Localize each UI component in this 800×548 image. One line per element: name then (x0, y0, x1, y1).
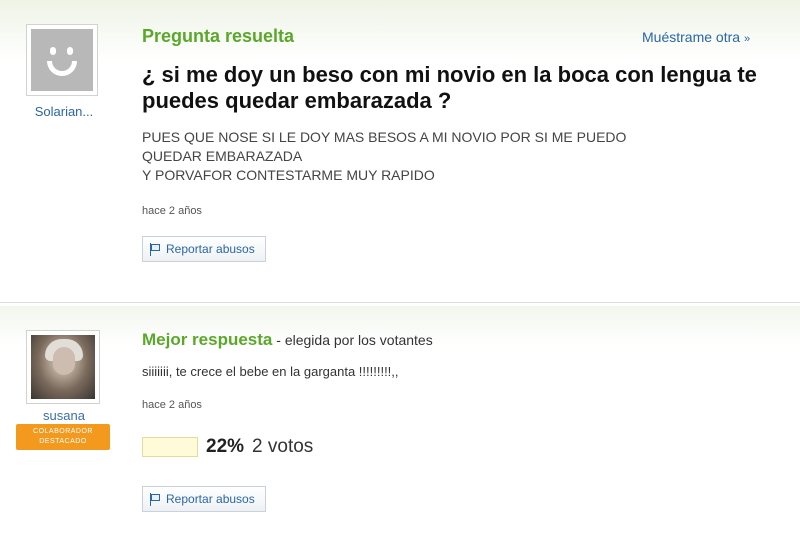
chosen-by-label: - elegida por los votantes (272, 332, 433, 348)
question-body-line: Y PORVAFOR CONTESTARME MUY RAPIDO (142, 167, 435, 183)
report-abuse-label: Reportar abusos (166, 242, 255, 256)
question-status: Pregunta resuelta (142, 26, 295, 46)
question-timestamp: hace 2 años (142, 205, 202, 217)
question-title: ¿ si me doy un beso con mi novio en la b… (142, 62, 757, 113)
report-abuse-button[interactable]: Reportar abusos (142, 236, 266, 262)
answer-section: susana COLABORADOR DESTACADO Mejor respu… (0, 306, 800, 548)
section-divider (0, 302, 800, 303)
top-contributor-badge: COLABORADOR DESTACADO (16, 424, 110, 450)
flag-icon (149, 242, 161, 256)
answerer-avatar[interactable] (26, 330, 100, 404)
answerer-username[interactable]: susana (24, 408, 104, 423)
question-body-line: PUES QUE NOSE SI LE DOY MAS BESOS A MI N… (142, 129, 627, 145)
vote-summary: 22% 2 votos (142, 436, 313, 458)
user-photo (31, 335, 95, 399)
show-another-link[interactable]: Muéstrame otra » (642, 29, 750, 45)
show-another-label[interactable]: Muéstrame otra (642, 29, 740, 45)
default-avatar-icon (31, 29, 93, 91)
vote-count: 2 votos (252, 436, 314, 457)
chevron-right-icon: » (744, 33, 751, 45)
badge-line: DESTACADO (39, 438, 87, 445)
best-answer-heading: Mejor respuesta - elegida por los votant… (142, 330, 433, 350)
vote-percent: 22% (206, 436, 245, 457)
answer-text: siiiiiii, te crece el bebe en la gargant… (142, 364, 399, 379)
asker-avatar[interactable] (26, 24, 98, 96)
question-body-line: QUEDAR EMBARAZADA (142, 148, 303, 164)
question-section: Solarian... Pregunta resuelta Muéstrame … (0, 0, 800, 300)
vote-bar (142, 437, 198, 457)
report-abuse-label: Reportar abusos (166, 492, 255, 506)
best-answer-label: Mejor respuesta (142, 330, 273, 349)
asker-username[interactable]: Solarian... (24, 104, 104, 119)
answer-timestamp: hace 2 años (142, 399, 202, 411)
report-abuse-button[interactable]: Reportar abusos (142, 486, 266, 512)
question-body: PUES QUE NOSE SI LE DOY MAS BESOS A MI N… (142, 128, 762, 185)
badge-line: COLABORADOR (33, 428, 93, 435)
flag-icon (149, 492, 161, 506)
